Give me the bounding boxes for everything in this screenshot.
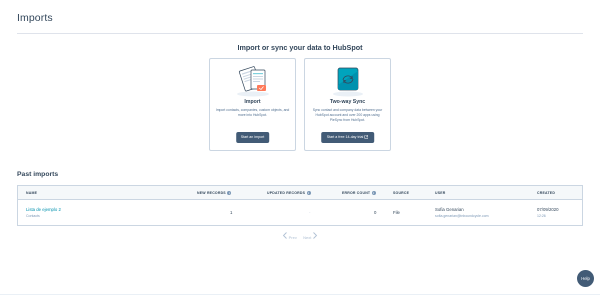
created-time: 12:26 <box>537 213 546 218</box>
help-button[interactable]: Help <box>577 270 594 287</box>
column-header-name[interactable]: NAME <box>26 186 37 200</box>
prev-label: Prev <box>288 235 297 241</box>
column-header-error-count[interactable]: ERROR COUNT i <box>342 186 376 200</box>
table-header: NAME NEW RECORDS i UPDATED RECORDS i ERROR… <box>18 186 582 200</box>
start-import-button[interactable]: Start an import <box>235 132 270 143</box>
start-free-trial-button[interactable]: Start a free 14-day trial <box>320 132 375 143</box>
new-records-value: 1 <box>230 210 233 215</box>
updated-records-value: - <box>309 210 311 215</box>
error-count-info-icon[interactable]: i <box>371 191 376 195</box>
page-title: Imports <box>17 12 53 24</box>
source-value: File <box>393 210 400 215</box>
chevron-left-icon <box>282 232 287 239</box>
error-count-label: ERROR COUNT <box>342 191 371 195</box>
error-count-value: 0 <box>374 210 377 215</box>
user-email: sofia.genarian@inboundcycle.com <box>435 213 489 218</box>
column-header-source[interactable]: SOURCE <box>393 186 409 200</box>
import-card: Import Import contacts, companies, custo… <box>209 58 296 151</box>
column-header-created[interactable]: CREATED <box>537 186 555 200</box>
created-date: 07/09/2020 <box>537 207 559 212</box>
sync-card-title: Two-way Sync <box>329 99 366 105</box>
prev-button[interactable]: Prev <box>282 232 297 240</box>
next-button[interactable]: Next <box>303 232 318 240</box>
past-imports-table: NAME NEW RECORDS i UPDATED RECORDS i ERROR… <box>17 185 583 226</box>
new-records-info-icon[interactable]: i <box>227 191 232 195</box>
sync-card-description: Sync contact and company data between yo… <box>312 108 383 123</box>
chevron-right-icon <box>313 232 318 239</box>
external-link-icon <box>364 134 369 139</box>
table-row: Lista de ejemplo 2 Contacts 1 - 0 File S… <box>18 200 582 226</box>
free-trial-label: Start a free 14-day trial <box>326 135 364 139</box>
import-card-description: Import contacts, companies, custom objec… <box>215 108 290 118</box>
two-way-sync-card: Two-way Sync Sync contact and company da… <box>304 58 391 151</box>
title-divider <box>17 33 583 34</box>
document-import-illustration-icon <box>236 66 269 97</box>
sync-box-illustration-icon <box>332 67 363 97</box>
new-records-label: NEW RECORDS <box>197 191 226 195</box>
import-name-link[interactable]: Lista de ejemplo 2 <box>26 207 61 212</box>
user-name: Sofia Genarian <box>435 207 464 212</box>
import-card-title: Import <box>244 99 261 105</box>
updated-records-label: UPDATED RECORDS <box>267 191 306 195</box>
import-sync-heading: Import or sync your data to HubSpot <box>237 43 363 52</box>
column-header-updated-records[interactable]: UPDATED RECORDS i <box>267 186 311 200</box>
column-header-new-records[interactable]: NEW RECORDS i <box>197 186 232 200</box>
column-header-user[interactable]: USER <box>435 186 446 200</box>
pagination: Prev Next <box>0 232 600 240</box>
past-imports-heading: Past imports <box>17 171 59 178</box>
updated-records-info-icon[interactable]: i <box>306 191 311 195</box>
import-object-type: Contacts <box>26 213 40 218</box>
next-label: Next <box>303 235 312 241</box>
